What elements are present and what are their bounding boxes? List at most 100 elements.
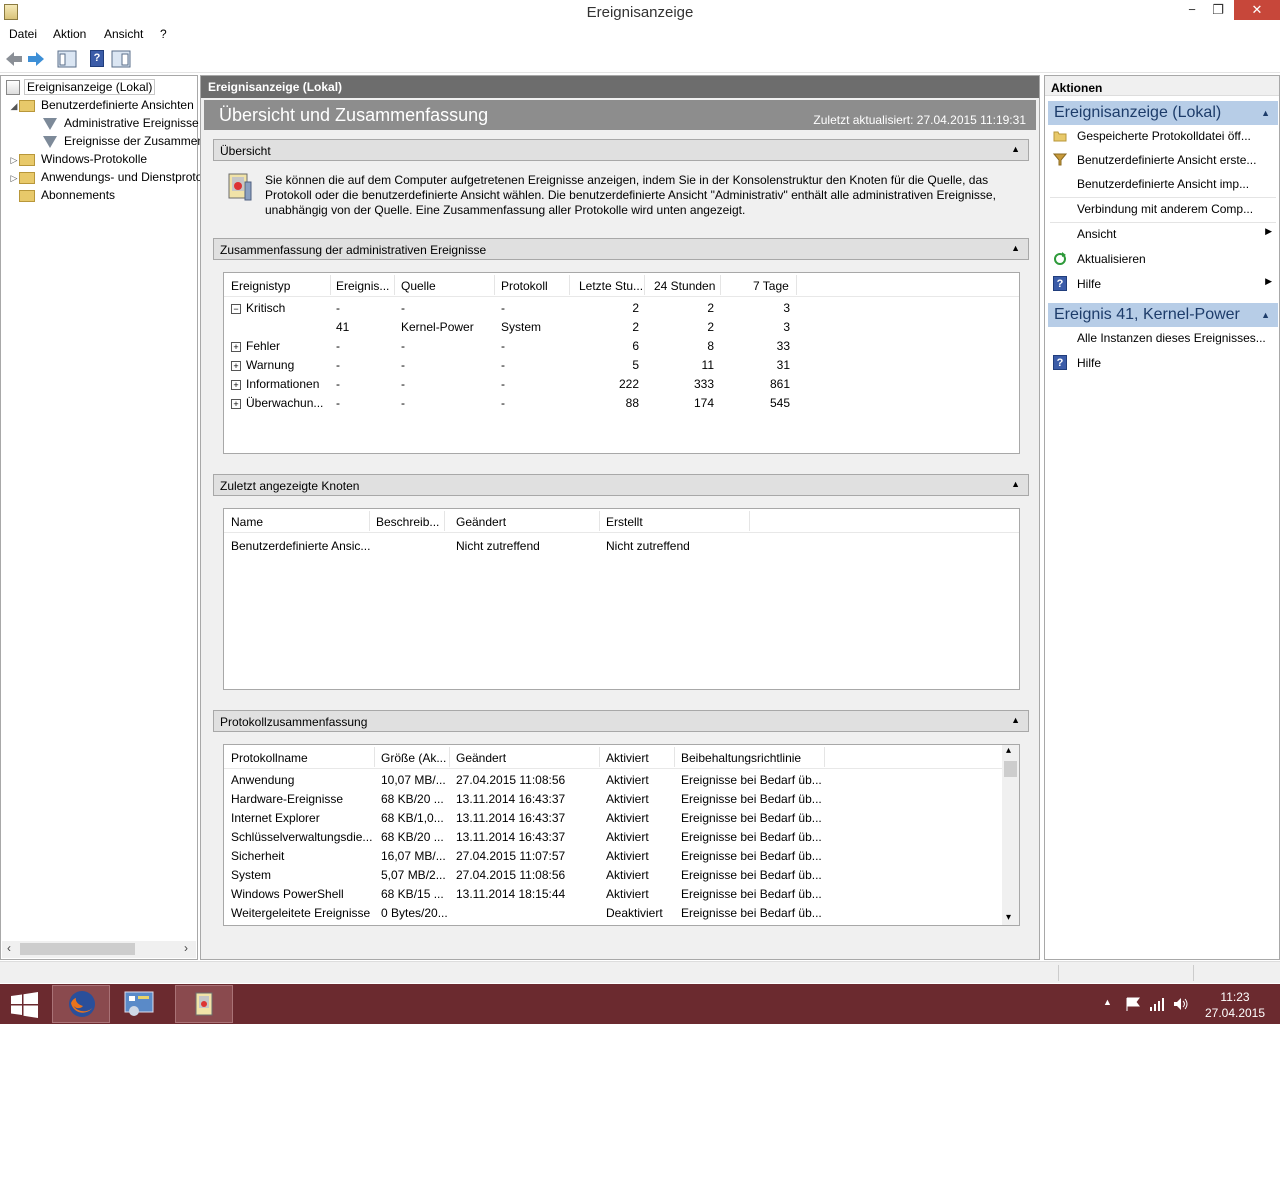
col-log[interactable]: Protokoll bbox=[501, 279, 548, 293]
expand-icon[interactable]: + bbox=[231, 360, 241, 371]
forward-arrow-icon[interactable] bbox=[26, 49, 46, 69]
menu-action[interactable]: Aktion bbox=[53, 27, 86, 41]
scroll-left-icon[interactable]: ‹ bbox=[7, 941, 11, 955]
tree-node-windows-logs[interactable]: ▷ Windows-Protokolle bbox=[9, 150, 149, 168]
table-row[interactable]: Schlüsselverwaltungsdie... 68 KB/20 ... 13… bbox=[224, 828, 1019, 847]
table-row[interactable]: + Warnung - - - 5 11 31 bbox=[224, 356, 1019, 375]
menu-file[interactable]: Datei bbox=[9, 27, 37, 41]
taskbar-event-viewer[interactable] bbox=[175, 985, 233, 1023]
console-tree-icon[interactable] bbox=[57, 49, 77, 69]
table-row[interactable]: Benutzerdefinierte Ansic... Nicht zutref… bbox=[224, 537, 1019, 556]
col-source[interactable]: Quelle bbox=[401, 279, 436, 293]
col-created[interactable]: Erstellt bbox=[606, 515, 643, 529]
col-size[interactable]: Größe (Ak... bbox=[381, 751, 446, 765]
table-row[interactable]: + Informationen - - - 222 333 861 bbox=[224, 375, 1019, 394]
col-24-hours[interactable]: 24 Stunden bbox=[654, 279, 715, 293]
volume-icon[interactable] bbox=[1173, 997, 1189, 1011]
tree-node-root[interactable]: Ereignisanzeige (Lokal) bbox=[6, 78, 156, 96]
log-vertical-scrollbar[interactable]: ▴ ▾ bbox=[1002, 745, 1019, 925]
scrollbar-thumb[interactable] bbox=[20, 943, 135, 955]
expand-icon[interactable]: + bbox=[231, 398, 241, 409]
cell-h1: 5 bbox=[632, 358, 639, 372]
cell-size: 68 KB/20 ... bbox=[381, 830, 444, 844]
section-recent-header[interactable]: Zuletzt angezeigte Knoten ▲ bbox=[213, 474, 1029, 496]
col-log-name[interactable]: Protokollname bbox=[231, 751, 308, 765]
action-group-event-41[interactable]: Ereignis 41, Kernel-Power ▲ bbox=[1048, 303, 1278, 327]
action-create-custom-view[interactable]: Benutzerdefinierte Ansicht erste... bbox=[1050, 149, 1276, 171]
col-last-hour[interactable]: Letzte Stu... bbox=[579, 279, 643, 293]
action-all-instances[interactable]: Alle Instanzen dieses Ereignisses... bbox=[1050, 327, 1276, 349]
col-description[interactable]: Beschreib... bbox=[376, 515, 439, 529]
table-row[interactable]: System 5,07 MB/2... 27.04.2015 11:08:56 Akt… bbox=[224, 866, 1019, 885]
col-changed[interactable]: Geändert bbox=[456, 751, 506, 765]
col-enabled[interactable]: Aktiviert bbox=[606, 751, 649, 765]
expander-collapsed-icon[interactable]: ▷ bbox=[9, 151, 19, 169]
expand-icon[interactable]: + bbox=[231, 341, 241, 352]
action-view-menu[interactable]: Ansicht ▶ bbox=[1050, 223, 1276, 245]
show-hidden-icons-icon[interactable]: ▲ bbox=[1103, 997, 1112, 1007]
network-signal-icon[interactable] bbox=[1149, 997, 1165, 1011]
help-icon[interactable]: ? bbox=[90, 50, 104, 67]
action-help[interactable]: ? Hilfe ▶ bbox=[1050, 273, 1276, 295]
action-event-help[interactable]: ? Hilfe bbox=[1050, 352, 1276, 374]
expand-icon[interactable]: + bbox=[231, 379, 241, 390]
table-row[interactable]: Anwendung 10,07 MB/... 27.04.2015 11:08:56… bbox=[224, 771, 1019, 790]
tree-node-app-service-logs[interactable]: ▷ Anwendungs- und Dienstprotokolle bbox=[9, 168, 229, 186]
action-refresh[interactable]: Aktualisieren bbox=[1050, 248, 1276, 270]
col-changed[interactable]: Geändert bbox=[456, 515, 506, 529]
col-7-days[interactable]: 7 Tage bbox=[753, 279, 789, 293]
collapse-icon[interactable]: ▲ bbox=[1011, 715, 1020, 725]
back-arrow-icon[interactable] bbox=[4, 49, 24, 69]
collapse-icon[interactable]: ▲ bbox=[1011, 243, 1020, 253]
tree-node-custom-views[interactable]: ◢ Benutzerdefinierte Ansichten bbox=[9, 96, 196, 114]
section-admin-summary-header[interactable]: Zusammenfassung der administrativen Erei… bbox=[213, 238, 1029, 260]
action-import-custom-view[interactable]: Benutzerdefinierte Ansicht imp... bbox=[1050, 173, 1276, 195]
expander-collapsed-icon[interactable]: ▷ bbox=[9, 169, 19, 187]
taskbar-control-panel[interactable] bbox=[112, 985, 170, 1023]
tree-node-subscriptions[interactable]: Abonnements bbox=[19, 186, 117, 204]
recent-nodes-table[interactable]: Name Beschreib... Geändert Erstellt Benu… bbox=[223, 508, 1020, 690]
expander-expanded-icon[interactable]: ◢ bbox=[9, 97, 19, 115]
scroll-right-icon[interactable]: › bbox=[184, 941, 188, 955]
table-row[interactable]: − Kritisch - - - 2 2 3 bbox=[224, 299, 1019, 318]
windows-logo-icon[interactable] bbox=[11, 992, 39, 1018]
col-retention[interactable]: Beibehaltungsrichtlinie bbox=[681, 751, 801, 765]
tree-horizontal-scrollbar[interactable]: ‹ › bbox=[2, 941, 196, 958]
minimize-button[interactable]: − bbox=[1178, 0, 1206, 20]
section-overview-header[interactable]: Übersicht ▲ bbox=[213, 139, 1029, 161]
col-event-type[interactable]: Ereignistyp bbox=[231, 279, 290, 293]
collapse-icon[interactable]: ▲ bbox=[1011, 479, 1020, 489]
scrollbar-thumb[interactable] bbox=[1004, 761, 1017, 777]
menu-view[interactable]: Ansicht bbox=[104, 27, 143, 41]
table-row[interactable]: Sicherheit 16,07 MB/... 27.04.2015 11:07:5… bbox=[224, 847, 1019, 866]
tray-clock[interactable]: 11:23 27.04.2015 bbox=[1200, 989, 1270, 1021]
table-row[interactable]: Weitergeleitete Ereignisse 0 Bytes/20... D… bbox=[224, 904, 1019, 923]
table-row[interactable]: + Überwachun... - - -88 174 545 bbox=[224, 394, 1019, 413]
restore-button[interactable]: ❐ bbox=[1204, 0, 1232, 20]
table-row[interactable]: Windows PowerShell 68 KB/15 ... 13.11.2014… bbox=[224, 885, 1019, 904]
action-center-flag-icon[interactable] bbox=[1125, 997, 1141, 1011]
section-log-summary-header[interactable]: Protokollzusammenfassung ▲ bbox=[213, 710, 1029, 732]
show-pane-icon[interactable] bbox=[111, 49, 131, 69]
action-open-saved-log[interactable]: Gespeicherte Protokolldatei öff... bbox=[1050, 125, 1276, 147]
scroll-up-icon[interactable]: ▴ bbox=[1006, 745, 1011, 756]
collapse-icon[interactable]: ▲ bbox=[1261, 310, 1270, 320]
table-row[interactable]: 41 Kernel-Power System 2 2 3 bbox=[224, 318, 1019, 337]
admin-events-table[interactable]: Ereignistyp Ereignis... Quelle Protokoll… bbox=[223, 272, 1020, 454]
action-group-local[interactable]: Ereignisanzeige (Lokal) ▲ bbox=[1048, 101, 1278, 125]
action-connect-computer[interactable]: Verbindung mit anderem Comp... bbox=[1050, 198, 1276, 220]
close-button[interactable]: ✕ bbox=[1234, 0, 1280, 20]
table-row[interactable]: + Fehler - - - 6 8 33 bbox=[224, 337, 1019, 356]
tree-node-admin-events[interactable]: Administrative Ereignisse bbox=[43, 114, 201, 132]
col-event-id[interactable]: Ereignis... bbox=[336, 279, 389, 293]
scroll-down-icon[interactable]: ▾ bbox=[1006, 912, 1011, 923]
menu-help[interactable]: ? bbox=[160, 27, 167, 41]
col-name[interactable]: Name bbox=[231, 515, 263, 529]
taskbar-firefox[interactable] bbox=[52, 985, 110, 1023]
collapse-icon[interactable]: − bbox=[231, 303, 241, 314]
collapse-icon[interactable]: ▲ bbox=[1261, 108, 1270, 118]
log-summary-table[interactable]: Protokollname Größe (Ak... Geändert Akti… bbox=[223, 744, 1020, 926]
collapse-icon[interactable]: ▲ bbox=[1011, 144, 1020, 154]
table-row[interactable]: Internet Explorer 68 KB/1,0... 13.11.2014 … bbox=[224, 809, 1019, 828]
table-row[interactable]: Hardware-Ereignisse 68 KB/20 ... 13.11.201… bbox=[224, 790, 1019, 809]
